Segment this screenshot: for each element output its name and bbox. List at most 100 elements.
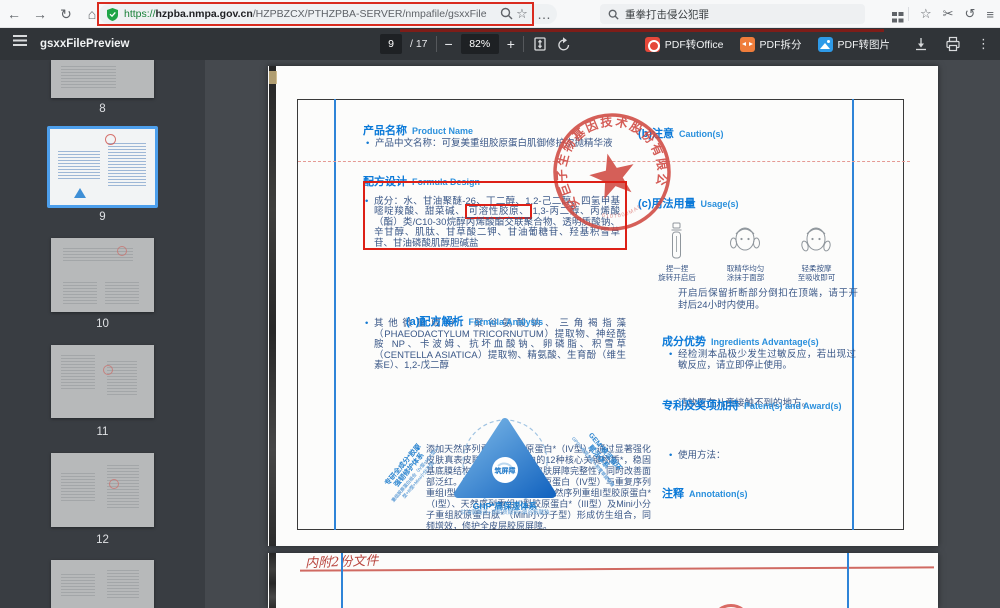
favorites-star-icon[interactable]: ☆ [920,6,932,22]
secure-shield-icon [107,8,118,21]
company-stamp: 西安巨子生物基因技术股份有限公司 6107000MA6 [537,97,687,247]
usage-step2-caption: 取精华均匀涂抹于面部 [718,264,773,282]
apps-grid-icon[interactable] [892,12,897,17]
advantage-header-en: Ingredients Advantage(s) [711,337,819,347]
pdf-to-office-button[interactable]: PDF转Office [645,37,724,52]
browser-menu-icon[interactable]: ≡ [986,7,994,22]
search-icon [608,9,619,20]
undo-history-icon[interactable]: ↺ [965,6,976,22]
triangle-bottom-sub: 甘油葡糖苷+透明质酸钠+聚谷氨酸钠 [415,511,595,517]
pdf-viewer-toolbar: gsxxFilePreview 9 / 17 − 82% + PDF转Offic… [0,28,1000,60]
section-formula-analysis: (a)配方解析 Formula Analysis [406,312,543,330]
address-bar[interactable]: https://hzpba.nmpa.gov.cn/HZPBZCX/PTHZPB… [99,4,557,24]
toolbar-divider [523,36,524,52]
screen: 8 9 10 11 12 产品名称Produ [0,0,1000,608]
formula-header-cn: 配方设计 [363,176,407,188]
pdf-to-image-icon [818,37,833,52]
product-name-header-cn: 产品名称 [363,125,407,137]
patent-header-cn: 专利及奖项加持 [662,400,739,412]
usage-step3-caption: 轻柔按摩至吸收即可 [789,264,844,282]
stamp-partial [711,604,751,608]
page-total: / 17 [410,38,428,50]
print-icon[interactable] [945,36,961,52]
zoom-out-button[interactable]: − [445,36,453,52]
face-massage-illustration [801,222,831,260]
download-icon[interactable] [913,36,929,52]
stamp-code: 6107000MA6 [600,203,644,224]
section-ingredients-advantage: 成分优势 Ingredients Advantage(s) [662,332,819,350]
thumbnail-page-11[interactable] [51,345,154,418]
scan-corner-mark [269,71,277,84]
section-product-name: 产品名称 Product Name [363,121,473,139]
thumbnail-label-9: 9 [0,211,205,223]
formula-header-en: Formula Design [412,177,480,187]
fold-line-right [847,553,849,608]
scan-edge-artifact [269,66,276,546]
face-apply-illustration [730,222,760,260]
hamburger-icon [13,35,27,37]
svg-text:6107000MA6: 6107000MA6 [600,203,644,224]
fold-line-left [341,553,343,608]
thumbnail-page-10[interactable] [51,238,154,312]
fold-line-left [334,99,336,530]
annotation-header-en: Annotation(s) [689,489,748,499]
browser-actions: ☆ ✂ ↺ ≡ [892,0,994,28]
triangle-center-label: 筑屏障 [495,466,516,475]
zoom-level[interactable]: 82% [461,34,499,54]
analysis-header-cn: (a)配方解析 [406,316,463,328]
advantage-header-cn: 成分优势 [662,336,706,348]
patent-header-en: Patent(s) and Award(s) [744,401,842,411]
annotation-header-cn: 注释 [662,488,684,500]
toolbar-divider [908,7,909,21]
thumbnail-page-8[interactable] [51,60,154,98]
usage-header-en: Usage(s) [700,199,738,209]
thumbnail-page-13[interactable] [51,560,154,608]
section-patents: 专利及奖项加持 Patent(s) and Award(s) [662,396,842,414]
quick-search-box[interactable]: 重拳打击侵公犯罪 [600,4,865,24]
fit-page-icon[interactable] [532,36,548,52]
usage-note: 开启后保留折断部分倒扣在顶端，请于开封后24小时内使用。 [678,288,858,311]
thumbnail-label-11: 11 [0,426,205,438]
pdf-split-button[interactable]: PDF拆分 [740,37,802,52]
scissors-capture-icon[interactable]: ✂ [943,6,954,22]
red-line-annotation [400,29,884,32]
red-pen-line [300,566,934,571]
thumbnail-page-9-selected[interactable] [47,126,158,208]
reload-icon[interactable]: ↻ [56,0,76,28]
thumbnail-label-8: 8 [0,103,205,115]
thumbnail-label-12: 12 [0,534,205,546]
url-text[interactable]: https://hzpba.nmpa.gov.cn/HZPBZCX/PTHZPB… [124,8,487,20]
page-number-input[interactable]: 9 [380,34,402,54]
usage-step1-caption: 捏一捏旋转开启后 [652,264,702,282]
pdf-page-9: 产品名称Product Name 产品中文名称：可复美重组胶原蛋白肌御修护次抛精… [268,66,938,546]
thumbnail-triangle-logo [74,188,86,198]
viewer-title: gsxxFilePreview [40,38,130,50]
fold-line-right [852,99,854,530]
forward-icon[interactable]: → [30,0,50,28]
stamp-company-name: 西安巨子生物基因技术股份有限公司 [537,97,676,221]
more-options-icon[interactable]: ⋮ [977,36,990,52]
stamp-star [585,148,640,201]
brand-triangle-diagram: 筑屏障 [428,416,583,502]
pdf-split-icon [740,37,755,52]
rotate-page-icon[interactable] [556,36,572,52]
product-name-header-en: Product Name [412,126,473,136]
back-icon[interactable]: ← [4,0,24,28]
caution-item-1: 经检测本品极少发生过敏反应，若出现过敏反应，请立即停止使用。 [678,349,856,372]
bookmark-star-icon[interactable]: ☆ [512,0,532,28]
thumbnail-label-10: 10 [0,318,205,330]
browser-toolbar: ← → ↻ ⌂ AI https://hzpba.nmpa.gov.cn/HZP… [0,0,1000,28]
search-text[interactable]: 重拳打击侵公犯罪 [625,7,709,22]
analysis-header-en: Formula Analysis [468,317,543,327]
scan-edge-artifact [269,553,276,608]
address-more-icon[interactable]: … [534,0,554,28]
section-formula-design: 配方设计 Formula Design [363,172,480,190]
pdf-page-10-partial: 内附2份文件 [268,553,938,608]
zoom-in-button[interactable]: + [507,36,515,52]
svg-text:西安巨子生物基因技术股份有限公司: 西安巨子生物基因技术股份有限公司 [537,97,676,221]
pdf-to-image-button[interactable]: PDF转图片 [818,37,891,52]
toolbar-divider [436,36,437,52]
thumbnail-page-12[interactable] [51,453,154,527]
section-annotation: 注释 Annotation(s) [662,484,748,502]
pdf-to-office-icon [645,37,660,52]
